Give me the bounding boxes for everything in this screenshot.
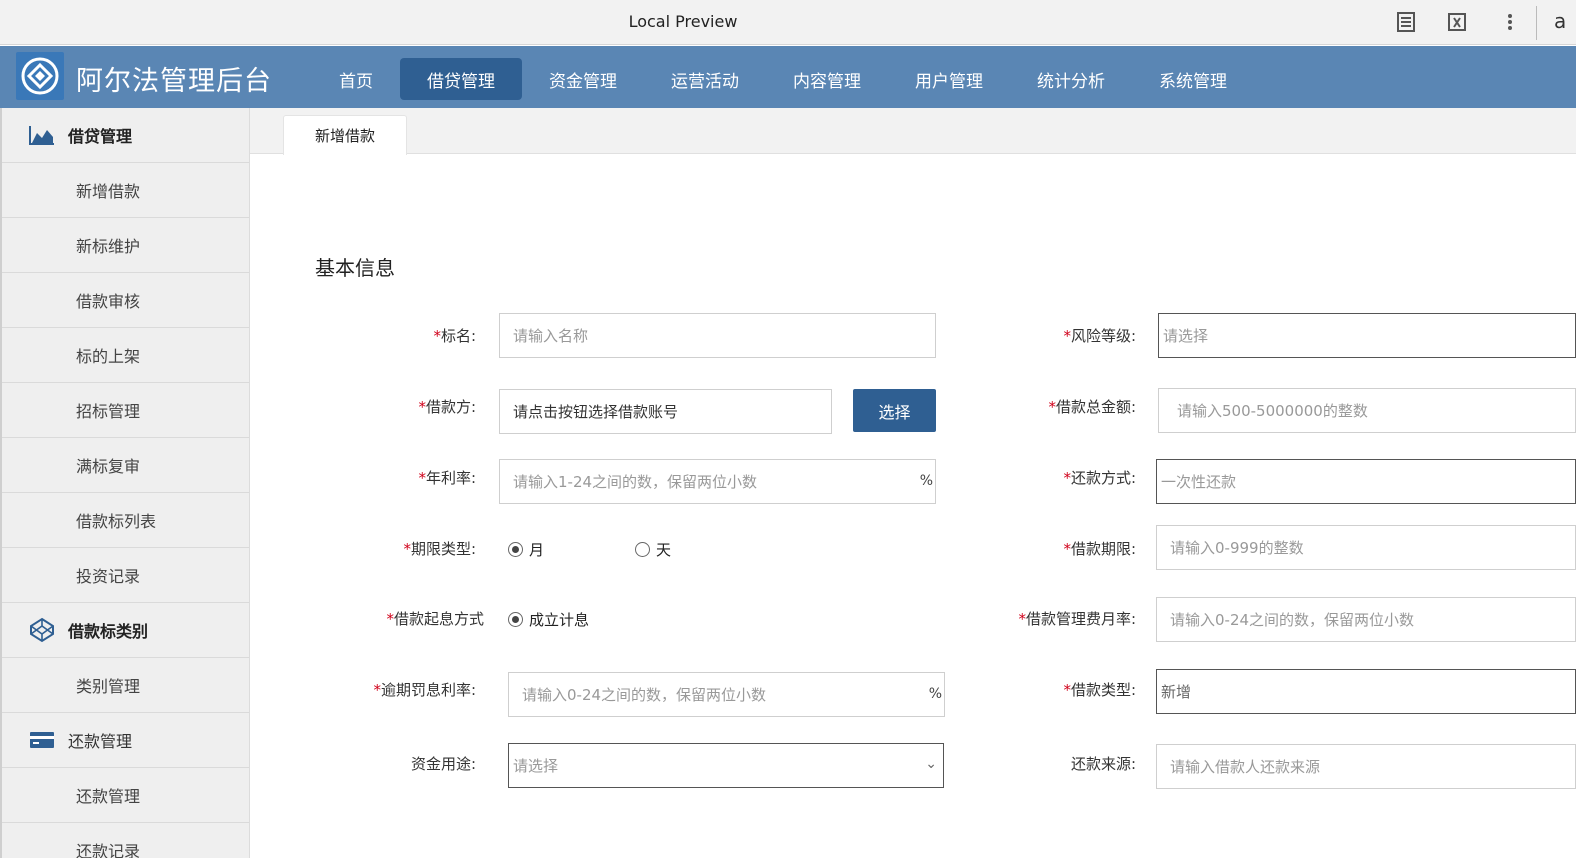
repay-method-label: *还款方式: [1063, 469, 1136, 487]
repay-source-input[interactable]: 请输入借款人还款来源 [1156, 744, 1576, 789]
sidebar-item-listing[interactable]: 标的上架 [2, 328, 249, 383]
borrower-label: *借款方: [418, 398, 476, 416]
loan-period-input[interactable]: 请输入0-999的整数 [1156, 525, 1576, 570]
loan-amount-label: *借款总金额: [1048, 398, 1136, 416]
loan-type-select[interactable]: 新增 [1156, 669, 1576, 714]
sidebar-item-category-management[interactable]: 类别管理 [2, 658, 249, 713]
credit-card-icon [28, 729, 56, 751]
chevron-down-icon: ⌄ [925, 756, 937, 772]
radio-label: 月 [529, 541, 545, 559]
risk-level-label: *风险等级: [1063, 327, 1136, 345]
mgmt-fee-label: *借款管理费月率: [1018, 610, 1136, 628]
risk-level-select[interactable]: 请选择 [1158, 313, 1576, 358]
sidebar-item-repayment-records[interactable]: 还款记录 [2, 823, 249, 858]
sidebar: 借贷管理 新增借款 新标维护 借款审核 标的上架 招标管理 满标复审 借款标列表… [0, 108, 250, 858]
area-chart-icon [28, 124, 56, 146]
app-header: 阿尔法管理后台 首页 借贷管理 资金管理 运营活动 内容管理 用户管理 统计分析… [0, 46, 1576, 108]
term-type-label: *期限类型: [403, 540, 476, 558]
translate-icon[interactable] [1445, 10, 1469, 34]
title-input[interactable]: 请输入名称 [499, 313, 936, 358]
loan-period-label: *借款期限: [1063, 540, 1136, 558]
radio-checked-icon [508, 612, 523, 627]
sidebar-item-repayment-management[interactable]: 还款管理 [2, 768, 249, 823]
sidebar-group-label: 借贷管理 [68, 127, 133, 146]
radio-unchecked-icon [635, 542, 650, 557]
borrower-input[interactable]: 请点击按钮选择借款账号 [499, 389, 832, 434]
overdue-rate-label: *逾期罚息利率: [373, 681, 476, 699]
sidebar-group-repayment[interactable]: 还款管理 [2, 713, 249, 768]
annual-rate-placeholder: 请输入1-24之间的数，保留两位小数 [513, 473, 758, 491]
toolbar-divider [1536, 6, 1537, 40]
title-label: *标名: [433, 327, 476, 345]
nav-operations[interactable]: 运营活动 [644, 58, 766, 100]
browser-toolbar: Local Preview a [0, 0, 1576, 45]
top-nav: 首页 借贷管理 资金管理 运营活动 内容管理 用户管理 统计分析 系统管理 [312, 58, 1254, 100]
nav-statistics[interactable]: 统计分析 [1010, 58, 1132, 100]
sidebar-item-full-review[interactable]: 满标复审 [2, 438, 249, 493]
radio-label: 成立计息 [529, 611, 590, 629]
sidebar-item-new-bid-maintenance[interactable]: 新标维护 [2, 218, 249, 273]
overdue-rate-input[interactable]: 请输入0-24之间的数，保留两位小数 % [508, 672, 945, 717]
percent-suffix: % [928, 686, 942, 702]
radio-checked-icon [508, 542, 523, 557]
percent-suffix: % [919, 473, 933, 489]
sidebar-item-new-loan[interactable]: 新增借款 [2, 163, 249, 218]
interest-start-radio[interactable]: 成立计息 [508, 609, 589, 630]
nav-system-management[interactable]: 系统管理 [1132, 58, 1254, 100]
sidebar-item-bidding[interactable]: 招标管理 [2, 383, 249, 438]
term-type-month-radio[interactable]: 月 [508, 539, 544, 560]
sidebar-group-label: 还款管理 [68, 732, 133, 751]
sidebar-group-label: 借款标类别 [68, 622, 149, 641]
interest-start-label: *借款起息方式 [386, 610, 484, 628]
profile-glyph[interactable]: a [1554, 9, 1566, 33]
radio-label: 天 [656, 541, 672, 559]
nav-content-management[interactable]: 内容管理 [766, 58, 888, 100]
annual-rate-label: *年利率: [418, 469, 476, 487]
section-title: 基本信息 [315, 256, 395, 280]
nav-user-management[interactable]: 用户管理 [888, 58, 1010, 100]
term-type-day-radio[interactable]: 天 [635, 539, 671, 560]
codepen-icon [28, 617, 56, 643]
repay-source-label: 还款来源: [1070, 755, 1136, 773]
app-title: 阿尔法管理后台 [76, 66, 272, 97]
browser-title: Local Preview [628, 12, 738, 31]
overdue-rate-placeholder: 请输入0-24之间的数，保留两位小数 [522, 686, 767, 704]
tab-bar: 新增借款 [250, 108, 1576, 155]
repay-method-select[interactable]: 一次性还款 [1156, 459, 1576, 504]
sidebar-item-loan-review[interactable]: 借款审核 [2, 273, 249, 328]
sidebar-item-investment-records[interactable]: 投资记录 [2, 548, 249, 603]
select-borrower-button[interactable]: 选择 [853, 389, 936, 432]
sidebar-group-loan-category[interactable]: 借款标类别 [2, 603, 249, 658]
fund-usage-placeholder: 请选择 [513, 757, 559, 775]
sidebar-group-loan[interactable]: 借贷管理 [2, 108, 249, 163]
reader-icon[interactable] [1394, 10, 1418, 34]
fund-usage-label: 资金用途: [410, 755, 476, 773]
loan-type-label: *借款类型: [1063, 681, 1136, 699]
annual-rate-input[interactable]: 请输入1-24之间的数，保留两位小数 % [499, 459, 936, 504]
more-vert-icon[interactable] [1498, 10, 1522, 34]
nav-home[interactable]: 首页 [312, 58, 400, 100]
loan-amount-input[interactable]: 请输入500-5000000的整数 [1158, 388, 1576, 433]
app-logo-icon[interactable] [16, 52, 64, 100]
nav-fund-management[interactable]: 资金管理 [522, 58, 644, 100]
nav-loan-management[interactable]: 借贷管理 [400, 58, 522, 100]
sidebar-item-loan-list[interactable]: 借款标列表 [2, 493, 249, 548]
fund-usage-select[interactable]: 请选择 ⌄ [508, 743, 944, 788]
tab-new-loan[interactable]: 新增借款 [283, 115, 407, 155]
mgmt-fee-input[interactable]: 请输入0-24之间的数，保留两位小数 [1156, 597, 1576, 642]
